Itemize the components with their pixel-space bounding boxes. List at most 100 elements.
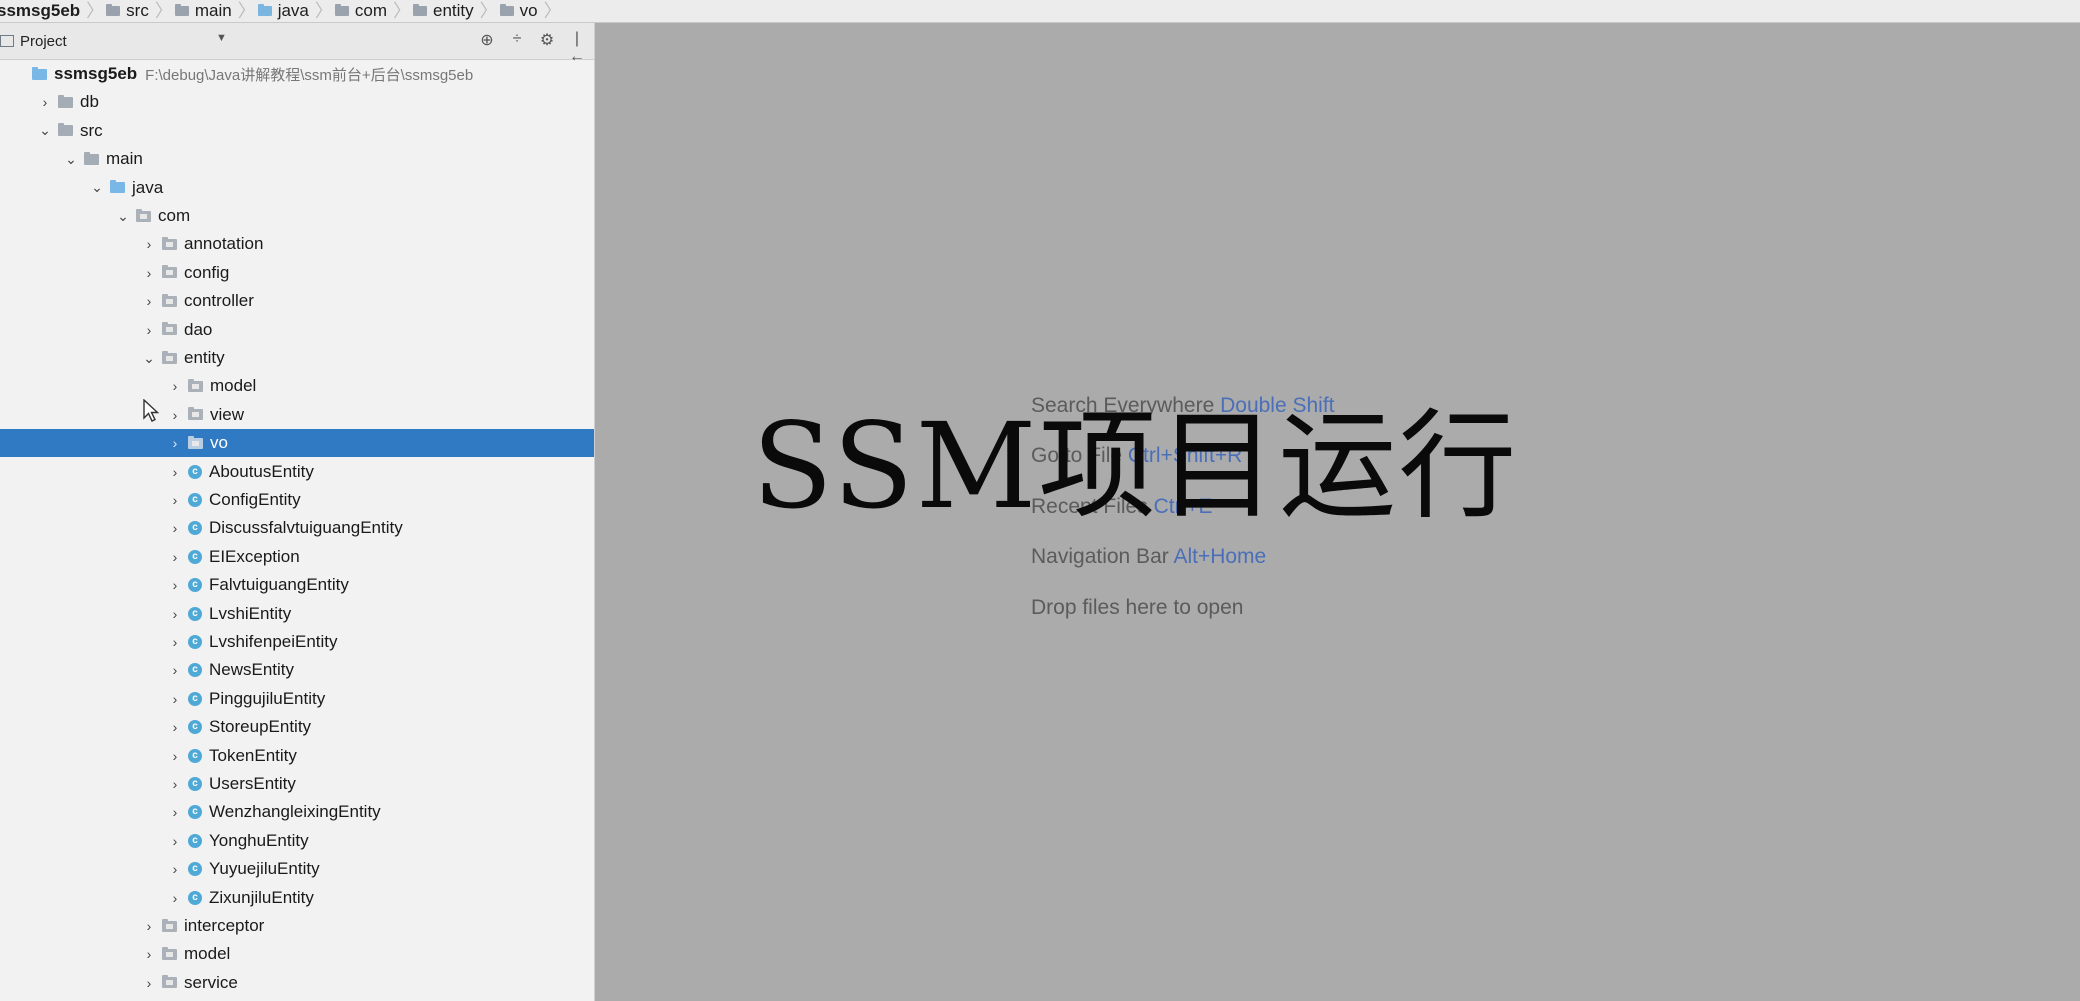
breadcrumb-item[interactable]: java 〉 bbox=[248, 0, 333, 22]
chevron-right-icon[interactable]: › bbox=[38, 94, 52, 110]
chevron-right-icon[interactable]: › bbox=[168, 606, 182, 622]
tree-node-falvtuiguangentity[interactable]: › c FalvtuiguangEntity bbox=[0, 571, 594, 599]
breadcrumb-separator-icon: 〉 bbox=[479, 1, 498, 21]
chevron-right-icon[interactable]: › bbox=[168, 435, 182, 451]
class-icon: c bbox=[188, 663, 202, 678]
chevron-down-icon[interactable]: ⌄ bbox=[90, 179, 104, 196]
class-icon: c bbox=[188, 720, 202, 735]
chevron-right-icon[interactable]: › bbox=[168, 407, 182, 423]
tree-node-wenzhangleixingentity[interactable]: › c WenzhangleixingEntity bbox=[0, 798, 594, 826]
tree-node-yuyuejiluentity[interactable]: › c YuyuejiluEntity bbox=[0, 855, 594, 883]
chevron-right-icon[interactable]: › bbox=[142, 293, 156, 309]
tree-node-label: LvshifenpeiEntity bbox=[209, 632, 338, 651]
tree-node-db[interactable]: › db bbox=[0, 88, 594, 116]
tree-node-newsentity[interactable]: › c NewsEntity bbox=[0, 656, 594, 684]
class-icon: c bbox=[188, 862, 202, 877]
tree-node-java[interactable]: ⌄ java bbox=[0, 174, 594, 202]
tree-node-src[interactable]: ⌄ src bbox=[0, 117, 594, 145]
tree-node-label: java bbox=[132, 177, 164, 197]
breadcrumb-item[interactable]: ssmsg5eb 〉 bbox=[0, 0, 105, 22]
chevron-right-icon[interactable]: › bbox=[168, 691, 182, 707]
chevron-down-icon[interactable]: ⌄ bbox=[142, 350, 156, 367]
tree-node-model[interactable]: › model bbox=[0, 372, 594, 400]
tree-node-label: YonghuEntity bbox=[209, 830, 309, 850]
chevron-right-icon[interactable]: › bbox=[168, 634, 182, 650]
tree-node-ssmsg5eb[interactable]: ssmsg5eb F:\debug\Java讲解教程\ssm前台+后台\ssmsg… bbox=[0, 60, 594, 88]
tree-node-label: dao bbox=[184, 319, 213, 339]
welcome-hint: Navigation Bar Alt+Home bbox=[1031, 545, 1266, 569]
tree-node-vo[interactable]: › vo bbox=[0, 429, 594, 458]
hint-text: Navigation Bar bbox=[1031, 545, 1169, 568]
tree-node-service[interactable]: › service bbox=[0, 969, 594, 997]
chevron-right-icon[interactable]: › bbox=[168, 833, 182, 849]
chevron-right-icon[interactable]: › bbox=[168, 520, 182, 536]
tree-node-model[interactable]: › model bbox=[0, 940, 594, 968]
breadcrumb-label: vo bbox=[519, 1, 538, 20]
tree-node-discussfalvtuiguangentity[interactable]: › c DiscussfalvtuiguangEntity bbox=[0, 514, 594, 542]
tree-node-usersentity[interactable]: › c UsersEntity bbox=[0, 770, 594, 798]
tree-node-pinggujiluentity[interactable]: › c PinggujiluEntity bbox=[0, 685, 594, 713]
chevron-right-icon[interactable]: › bbox=[168, 549, 182, 565]
tree-node-lvshientity[interactable]: › c LvshiEntity bbox=[0, 600, 594, 628]
chevron-right-icon[interactable]: › bbox=[168, 464, 182, 480]
chevron-down-icon[interactable]: ⌄ bbox=[64, 151, 78, 168]
tree-node-eiexception[interactable]: › c EIException bbox=[0, 543, 594, 571]
breadcrumb-item[interactable]: main 〉 bbox=[165, 0, 256, 22]
breadcrumb-item[interactable]: entity 〉 bbox=[403, 0, 498, 22]
folder-icon bbox=[106, 4, 121, 16]
chevron-right-icon[interactable]: › bbox=[142, 265, 156, 281]
tree-node-zixunjiluentity[interactable]: › c ZixunjiluEntity bbox=[0, 884, 594, 912]
chevron-right-icon[interactable]: › bbox=[168, 492, 182, 508]
package-icon bbox=[162, 293, 177, 307]
project-view-icon bbox=[0, 35, 14, 47]
tree-node-configentity[interactable]: › c ConfigEntity bbox=[0, 486, 594, 514]
breadcrumb-item[interactable]: src 〉 bbox=[96, 0, 173, 22]
tree-node-com[interactable]: ⌄ com bbox=[0, 202, 594, 230]
tree-node-entity[interactable]: ⌄ entity bbox=[0, 344, 594, 372]
chevron-right-icon[interactable]: › bbox=[168, 748, 182, 764]
tree-node-storeupentity[interactable]: › c StoreupEntity bbox=[0, 713, 594, 741]
tree-node-label: annotation bbox=[184, 234, 264, 254]
chevron-right-icon[interactable]: › bbox=[142, 946, 156, 962]
breadcrumb-item[interactable]: vo 〉 bbox=[490, 0, 562, 22]
project-path: F:\debug\Java讲解教程\ssm前台+后台\ssmsg5eb bbox=[145, 66, 474, 84]
tree-node-annotation[interactable]: › annotation bbox=[0, 230, 594, 258]
chevron-right-icon[interactable]: › bbox=[168, 890, 182, 906]
chevron-right-icon[interactable]: › bbox=[142, 322, 156, 338]
package-icon bbox=[188, 378, 203, 392]
tree-node-tokenentity[interactable]: › c TokenEntity bbox=[0, 742, 594, 770]
tree-node-label: YuyuejiluEntity bbox=[209, 859, 320, 879]
tree-node-aboutusentity[interactable]: › c AboutusEntity bbox=[0, 458, 594, 486]
chevron-right-icon[interactable]: › bbox=[142, 236, 156, 252]
package-icon bbox=[188, 435, 203, 449]
package-icon bbox=[188, 407, 203, 421]
chevron-right-icon[interactable]: › bbox=[142, 918, 156, 934]
tree-node-main[interactable]: ⌄ main bbox=[0, 145, 594, 173]
tree-node-label: view bbox=[210, 404, 245, 424]
tree-node-view[interactable]: › view bbox=[0, 401, 594, 429]
project-view-selector[interactable]: Project bbox=[20, 33, 67, 50]
tree-node-yonghuentity[interactable]: › c YonghuEntity bbox=[0, 827, 594, 855]
tree-node-label: WenzhangleixingEntity bbox=[209, 802, 381, 822]
chevron-right-icon[interactable]: › bbox=[168, 577, 182, 593]
chevron-right-icon[interactable]: › bbox=[168, 719, 182, 735]
chevron-down-icon[interactable]: ⌄ bbox=[116, 208, 130, 225]
tree-node-config[interactable]: › config bbox=[0, 259, 594, 287]
tree-node-interceptor[interactable]: › interceptor bbox=[0, 912, 594, 940]
chevron-right-icon[interactable]: › bbox=[168, 378, 182, 394]
chevron-right-icon[interactable]: › bbox=[168, 804, 182, 820]
breadcrumb-item[interactable]: com 〉 bbox=[325, 0, 411, 22]
chevron-right-icon[interactable]: › bbox=[168, 662, 182, 678]
chevron-right-icon[interactable]: › bbox=[168, 861, 182, 877]
chevron-right-icon[interactable]: › bbox=[142, 975, 156, 991]
chevron-down-icon[interactable]: ⌄ bbox=[38, 122, 52, 139]
breadcrumb-separator-icon: 〉 bbox=[86, 1, 105, 21]
tree-node-controller[interactable]: › controller bbox=[0, 287, 594, 315]
tree-node-dao[interactable]: › dao bbox=[0, 316, 594, 344]
video-overlay-title: SSM项目运行 bbox=[752, 397, 1519, 535]
chevron-down-icon[interactable]: ▼ bbox=[216, 32, 227, 44]
class-icon: c bbox=[188, 549, 202, 564]
breadcrumb-separator-icon: 〉 bbox=[543, 1, 562, 21]
tree-node-lvshifenpeientity[interactable]: › c LvshifenpeiEntity bbox=[0, 628, 594, 656]
chevron-right-icon[interactable]: › bbox=[168, 776, 182, 792]
